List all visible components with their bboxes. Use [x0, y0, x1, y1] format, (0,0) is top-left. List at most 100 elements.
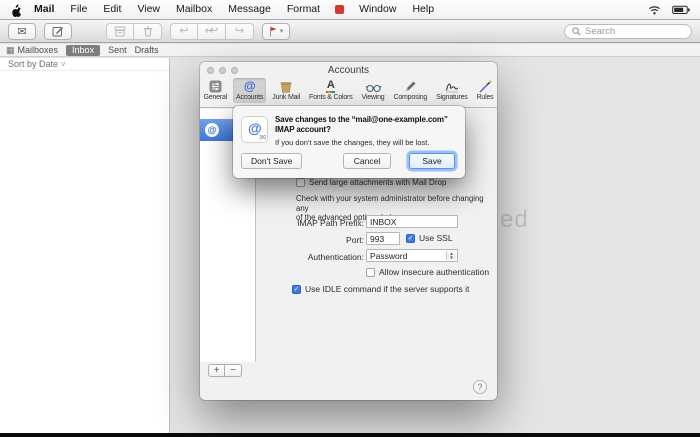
insecure-auth-checkbox[interactable]	[366, 267, 375, 277]
prefs-tab-junk-mail-label: Junk Mail	[272, 94, 300, 101]
dialog-message: If you don't save the changes, they will…	[275, 138, 430, 147]
zoom-button[interactable]	[231, 67, 238, 74]
junk-mail-icon	[280, 82, 292, 93]
message-list-column: Sort by Date ˅	[0, 58, 170, 433]
preferences-title-bar[interactable]: Accounts	[200, 62, 497, 78]
viewing-glasses-icon	[365, 84, 381, 93]
prefs-tab-rules[interactable]: Rules	[474, 78, 497, 103]
authentication-select[interactable]: Password ▲ ▼	[366, 249, 458, 262]
prefs-tab-viewing-label: Viewing	[361, 94, 385, 101]
prefs-tab-signatures[interactable]: Signatures	[433, 78, 470, 103]
port-value: 993	[370, 233, 385, 244]
idle-label: Use IDLE command if the server supports …	[305, 284, 470, 294]
red-menubar-icon[interactable]	[335, 5, 345, 14]
favorites-bar: ▦ Mailboxes Inbox Sent Drafts	[0, 44, 700, 57]
mailboxes-label: Mailboxes	[17, 45, 59, 55]
sort-label: Sort by Date	[8, 59, 59, 69]
search-icon	[572, 26, 581, 36]
idle-checkbox[interactable]: ✓	[292, 284, 301, 294]
cancel-button[interactable]: Cancel	[343, 153, 391, 169]
reply-all-button[interactable]: ↩↩	[198, 22, 226, 40]
menu-item-help[interactable]: Help	[404, 0, 442, 19]
prefs-tab-general[interactable]: General	[201, 78, 231, 103]
add-account-button[interactable]: +	[208, 364, 225, 377]
preferences-toolbar: General @ Accounts Junk Mail A Fonts & C…	[200, 78, 497, 108]
mail-account-dialog-icon: @ ✉	[241, 116, 268, 143]
mailbox-actions-group	[106, 22, 162, 40]
account-at-icon: @	[205, 123, 219, 137]
menu-item-edit[interactable]: Edit	[95, 0, 129, 19]
menu-item-mail[interactable]: Mail	[28, 0, 62, 19]
menu-bar: Mail File Edit View Mailbox Message Form…	[0, 0, 700, 20]
menu-item-file[interactable]: File	[62, 0, 95, 19]
insecure-auth-row: Allow insecure authentication	[366, 267, 489, 277]
search-placeholder: Search	[585, 25, 616, 37]
sort-by-date-control[interactable]: Sort by Date ˅	[0, 58, 169, 71]
prefs-tab-general-label: General	[203, 94, 228, 101]
mailboxes-grid-icon: ▦	[6, 44, 15, 55]
help-button[interactable]: ?	[473, 380, 487, 394]
reply-button[interactable]: ↩	[170, 22, 198, 40]
general-icon	[209, 80, 222, 93]
dont-save-button[interactable]: Don't Save	[241, 153, 303, 169]
prefs-tab-junk-mail[interactable]: Junk Mail	[269, 78, 303, 103]
accounts-at-icon: @	[243, 79, 256, 93]
reply-icon: ↩	[179, 24, 189, 37]
apple-logo-icon	[12, 3, 21, 17]
save-button[interactable]: Save	[409, 153, 455, 169]
prefs-tab-viewing[interactable]: Viewing	[359, 78, 388, 103]
archive-button[interactable]	[106, 22, 134, 40]
imap-path-label: IMAP Path Prefix:	[297, 218, 364, 228]
port-field[interactable]: 993	[366, 232, 400, 245]
mailboxes-toggle[interactable]: ▦ Mailboxes	[6, 45, 58, 56]
menu-item-message[interactable]: Message	[220, 0, 279, 19]
mail-toolbar: ✉ ↩ ↩↩ ↪ ▾ Search	[0, 20, 700, 43]
fonts-colors-bar-icon	[326, 90, 336, 93]
menu-item-window[interactable]: Window	[351, 0, 404, 19]
trash-icon	[143, 26, 152, 36]
trash-button[interactable]	[134, 22, 162, 40]
dialog-envelope-icon: ✉	[259, 133, 266, 142]
tab-sent[interactable]: Sent	[108, 45, 127, 55]
compose-button[interactable]	[44, 22, 72, 40]
search-input[interactable]: Search	[564, 23, 692, 39]
mail-drop-label: Send large attachments with Mail Drop	[309, 178, 447, 187]
prefs-tab-accounts[interactable]: @ Accounts	[233, 78, 267, 103]
mail-drop-checkbox[interactable]	[296, 178, 305, 187]
prefs-tab-fonts-colors[interactable]: A Fonts & Colors	[306, 78, 356, 103]
tab-inbox[interactable]: Inbox	[66, 44, 101, 56]
window-title: Accounts	[327, 65, 370, 76]
remove-account-button[interactable]: −	[225, 364, 242, 377]
fonts-colors-icon: A	[326, 78, 335, 91]
imap-path-field[interactable]: INBOX	[366, 215, 458, 228]
rules-icon	[478, 80, 492, 93]
wifi-icon[interactable]	[648, 5, 661, 15]
apple-menu[interactable]	[6, 3, 28, 17]
use-ssl-checkbox[interactable]: ✓	[406, 233, 415, 243]
use-ssl-label: Use SSL	[419, 233, 453, 243]
forward-icon: ↪	[234, 24, 245, 37]
prefs-tab-composing[interactable]: Composing	[391, 78, 431, 103]
authentication-value: Password	[370, 250, 408, 261]
envelope-icon: ✉	[17, 25, 27, 38]
tab-drafts[interactable]: Drafts	[135, 45, 159, 55]
desktop-screen: Mail File Edit View Mailbox Message Form…	[0, 0, 700, 437]
use-ssl-row: ✓ Use SSL	[406, 233, 453, 243]
battery-icon[interactable]	[672, 5, 690, 15]
prefs-tab-composing-label: Composing	[393, 94, 428, 101]
flag-button[interactable]: ▾	[262, 22, 290, 40]
pencil-icon	[52, 27, 63, 37]
authentication-label: Authentication:	[307, 252, 364, 262]
dialog-text-block: Save changes to the “mail@one-example.co…	[275, 115, 459, 147]
menu-item-view[interactable]: View	[129, 0, 168, 19]
insecure-auth-label: Allow insecure authentication	[379, 267, 490, 277]
watermark-text: ed	[500, 206, 529, 233]
minimize-button[interactable]	[219, 67, 226, 74]
forward-button[interactable]: ↪	[226, 22, 254, 40]
prefs-tab-accounts-label: Accounts	[236, 94, 264, 101]
menu-item-mailbox[interactable]: Mailbox	[168, 0, 220, 19]
menu-item-format[interactable]: Format	[279, 0, 328, 19]
close-button[interactable]	[207, 67, 214, 74]
get-mail-button[interactable]: ✉	[8, 22, 36, 40]
reply-all-icon: ↩↩	[204, 24, 219, 37]
